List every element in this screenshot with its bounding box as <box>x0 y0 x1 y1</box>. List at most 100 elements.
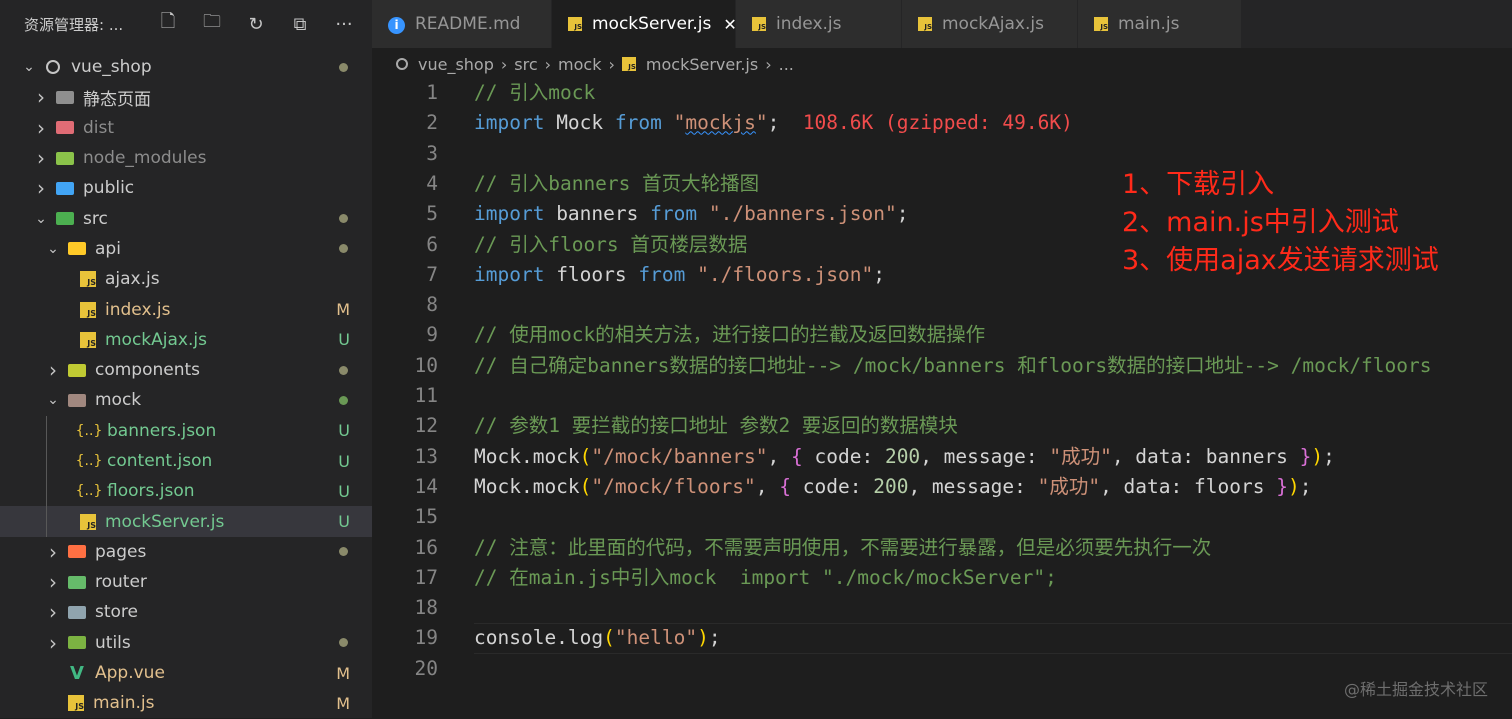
chevron-right-icon[interactable]: › <box>46 570 60 594</box>
code-line[interactable]: import floors from "./floors.json"; <box>474 260 885 290</box>
tree-item[interactable]: ⌄ mock <box>0 385 372 415</box>
chevron-right-icon[interactable]: › <box>34 146 48 170</box>
tab-label: mockServer.js <box>592 14 712 34</box>
line-number: 7 <box>426 262 438 286</box>
code-line[interactable]: // 自己确定banners数据的接口地址--> /mock/banners 和… <box>474 351 1432 381</box>
chevron-right-icon[interactable]: › <box>46 600 60 624</box>
code-token: "/mock/banners" <box>591 444 768 468</box>
folder-icon <box>68 392 86 408</box>
tree-item[interactable]: JS index.js M <box>0 294 372 324</box>
code-line[interactable]: // 在main.js中引入mock import "./mock/mockSe… <box>474 563 1057 593</box>
code-line[interactable]: console.log("hello"); <box>474 623 721 653</box>
tab-label: index.js <box>776 14 842 34</box>
collapse-icon[interactable]: ⧉ <box>278 14 322 35</box>
chevron-down-icon[interactable]: ⌄ <box>34 211 48 227</box>
tree-item[interactable]: › public <box>0 173 372 203</box>
tree-item[interactable]: JS mockAjax.js U <box>0 325 372 355</box>
code-line[interactable]: // 参数1 要拦截的接口地址 参数2 要返回的数据模块 <box>474 411 958 441</box>
tree-item[interactable]: JS mockServer.js U <box>0 506 372 537</box>
tree-item[interactable]: V App.vue M <box>0 658 372 688</box>
more-icon[interactable]: ··· <box>322 14 366 35</box>
js-file-icon: JS <box>80 331 96 348</box>
code-line[interactable]: // 使用mock的相关方法，进行接口的拦截及返回数据操作 <box>474 320 985 350</box>
code-token: // 注意：此里面的代码，不需要声明使用，不需要进行暴露，但是必须要先执行一次 <box>474 535 1212 559</box>
tab-index-js[interactable]: JS index.js <box>736 0 902 48</box>
breadcrumb-item[interactable]: src <box>514 55 537 74</box>
chevron-down-icon[interactable]: ⌄ <box>46 392 60 408</box>
tab-main-js[interactable]: JS main.js <box>1078 0 1242 48</box>
tree-item[interactable]: JS ajax.js <box>0 264 372 294</box>
code-line[interactable]: Mock.mock("/mock/banners", { code: 200, … <box>474 442 1335 472</box>
chevron-right-icon[interactable]: › <box>34 85 48 109</box>
tree-item[interactable]: › node_modules <box>0 143 372 173</box>
tab-label: main.js <box>1118 14 1180 34</box>
breadcrumb-item[interactable]: vue_shop <box>418 55 494 74</box>
code-token: ; <box>896 202 909 226</box>
code-line[interactable]: // 引入banners 首页大轮播图 <box>474 169 759 199</box>
tree-item-label: mockServer.js <box>105 511 225 532</box>
chevron-right-icon[interactable]: › <box>46 358 60 382</box>
code-token: code: <box>802 444 885 468</box>
folder-icon <box>56 89 74 105</box>
line-number: 11 <box>414 384 438 407</box>
tree-item[interactable]: › router <box>0 567 372 597</box>
tree-item-label: index.js <box>105 299 171 320</box>
chevron-right-icon[interactable]: › <box>34 176 48 200</box>
code-line[interactable]: // 注意：此里面的代码，不需要声明使用，不需要进行暴露，但是必须要先执行一次 <box>474 533 1211 563</box>
tree-item[interactable]: {..} banners.json U <box>0 416 372 446</box>
git-status-badge: U <box>338 512 350 532</box>
breadcrumb-item[interactable]: ... <box>779 55 794 74</box>
chevron-right-icon[interactable]: › <box>46 540 60 564</box>
new-folder-icon[interactable]: 🗀 <box>190 9 234 39</box>
tree-item[interactable]: › dist <box>0 113 372 143</box>
tree-item[interactable]: › components <box>0 355 372 385</box>
tab-mockserver-js[interactable]: JS mockServer.js ✕ <box>552 0 737 48</box>
tree-item[interactable]: ⌄ api <box>0 234 372 264</box>
code-token: ( <box>579 474 592 498</box>
chevron-right-icon[interactable]: › <box>34 116 48 140</box>
code-token: " <box>755 111 768 135</box>
folder-icon <box>68 362 86 378</box>
code-line[interactable]: import Mock from "mockjs"; 108.6K (gzipp… <box>474 108 1073 138</box>
tree-item-label: main.js <box>93 693 155 714</box>
code-token: "/mock/floors" <box>591 474 756 498</box>
breadcrumb-item[interactable]: mockServer.js <box>646 55 758 74</box>
tree-item[interactable]: › 静态页面 <box>0 82 372 112</box>
line-number: 17 <box>414 565 438 589</box>
chevron-right-icon[interactable]: › <box>46 631 60 655</box>
code-token: code: <box>791 474 874 498</box>
tree-item[interactable]: {..} content.json U <box>0 446 372 476</box>
line-number: 19 <box>414 626 438 650</box>
close-icon[interactable]: ✕ <box>723 15 736 34</box>
tab-mockajax-js[interactable]: JS mockAjax.js <box>902 0 1078 48</box>
code-line[interactable]: // 引入floors 首页楼层数据 <box>474 230 747 260</box>
chevron-down-icon[interactable]: ⌄ <box>46 241 60 257</box>
code-token: console.log <box>474 626 604 650</box>
modified-dot-indicator <box>339 365 348 375</box>
refresh-icon[interactable]: ↻ <box>234 14 278 35</box>
chevron-down-icon[interactable]: ⌄ <box>22 59 36 75</box>
tree-item[interactable]: › pages <box>0 537 372 567</box>
tab-readme-md[interactable]: i README.md <box>372 0 552 48</box>
tree-item[interactable]: ⌄ src <box>0 203 372 233</box>
code-line[interactable]: Mock.mock("/mock/floors", { code: 200, m… <box>474 472 1311 502</box>
line-number: 20 <box>414 656 438 680</box>
code-line[interactable]: import banners from "./banners.json"; <box>474 199 908 229</box>
tree-item-label: api <box>95 238 121 259</box>
tree-item[interactable]: {..} floors.json U <box>0 476 372 506</box>
code-token: Mock <box>544 111 615 135</box>
breadcrumb-item[interactable]: mock <box>558 55 601 74</box>
tree-item[interactable]: ⌄ vue_shop <box>0 52 372 82</box>
annotation-notes: 1、下载引入 2、main.js中引入测试 3、使用ajax发送请求测试 <box>1122 166 1439 280</box>
code-token: , data: floors <box>1100 474 1277 498</box>
tree-item[interactable]: › utils <box>0 628 372 658</box>
breadcrumb: vue_shop › src › mock › JS mockServer.js ›... <box>396 50 794 78</box>
tree-item[interactable]: JS main.js M <box>0 688 372 718</box>
git-status-badge: U <box>338 330 350 350</box>
new-file-icon[interactable]: 🗋 <box>146 9 190 39</box>
js-file-icon: JS <box>80 513 96 530</box>
code-line[interactable]: // 引入mock <box>474 78 595 108</box>
tree-item[interactable]: › store <box>0 597 372 627</box>
